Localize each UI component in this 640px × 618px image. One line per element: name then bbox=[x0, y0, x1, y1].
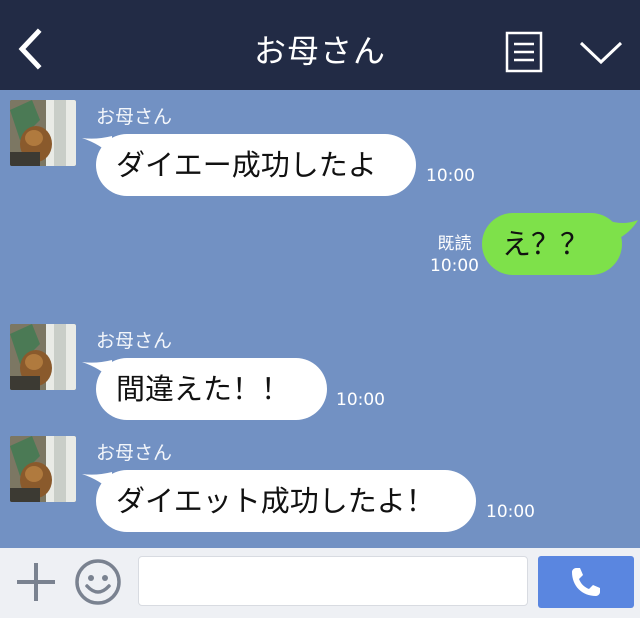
sender-name: お母さん bbox=[96, 442, 173, 464]
smile-icon[interactable] bbox=[74, 558, 122, 606]
avatar-image bbox=[10, 324, 76, 390]
message-bubble[interactable]: ダイエット成功したよ！ bbox=[96, 470, 476, 532]
message-time: 10:00 bbox=[430, 256, 479, 276]
menu-icon[interactable] bbox=[504, 30, 544, 74]
message-list[interactable]: お母さん ダイエー成功したよ 10:00 既読 10:00 え？？ お母さん 間… bbox=[0, 90, 640, 548]
avatar-image bbox=[10, 100, 76, 166]
bubble-tail bbox=[606, 220, 638, 242]
sender-name: お母さん bbox=[96, 106, 173, 128]
message-bubble[interactable]: ダイエー成功したよ bbox=[96, 134, 416, 196]
avatar[interactable] bbox=[10, 436, 76, 502]
sender-name: お母さん bbox=[96, 330, 173, 352]
message-time: 10:00 bbox=[426, 166, 475, 186]
avatar[interactable] bbox=[10, 324, 76, 390]
phone-icon bbox=[572, 568, 600, 596]
plus-icon[interactable] bbox=[14, 560, 58, 604]
message-input[interactable] bbox=[138, 556, 528, 606]
read-label: 既読 bbox=[437, 234, 472, 254]
avatar-image bbox=[10, 436, 76, 502]
message-time: 10:00 bbox=[336, 390, 385, 410]
message-bubble[interactable]: 間違えた！！ bbox=[96, 358, 327, 420]
message-time: 10:00 bbox=[486, 502, 535, 522]
chat-title: お母さん bbox=[253, 32, 386, 70]
read-receipt: 既読 10:00 bbox=[430, 233, 479, 277]
message-bubble[interactable]: え？？ bbox=[482, 213, 622, 275]
chat-header: お母さん bbox=[0, 0, 640, 90]
avatar[interactable] bbox=[10, 100, 76, 166]
chevron-down-icon[interactable] bbox=[578, 38, 624, 68]
call-button[interactable] bbox=[538, 556, 634, 608]
